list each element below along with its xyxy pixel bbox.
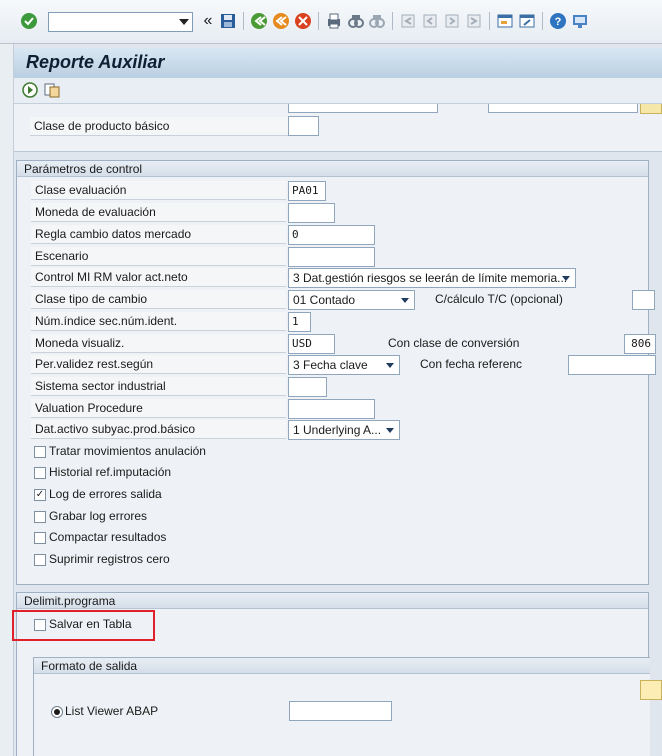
separator [392,12,393,30]
list-viewer-label: List Viewer ABAP [65,704,159,718]
left-frame [0,44,14,756]
clase-evaluacion-input[interactable]: PA01 [288,181,326,201]
highlight-box [12,610,155,641]
execute-icon[interactable] [22,82,38,98]
get-variant-icon[interactable] [44,82,60,98]
suprimir-registros-checkbox[interactable] [34,554,46,566]
log-errores-label: Log de errores salida [49,487,162,501]
control-mi-select[interactable]: 3 Dat.gestión riesgos se leerán de límit… [288,268,576,288]
tratar-movimientos-label: Tratar movimientos anulación [49,444,206,458]
page-title: Reporte Auxiliar [26,52,165,72]
valuation-procedure-input[interactable] [288,399,375,419]
clase-tipo-cambio-select[interactable]: 01 Contado [288,290,415,310]
enter-icon[interactable] [20,12,38,30]
historial-ref-label: Historial ref.imputación [49,465,172,479]
separator [542,12,543,30]
per-validez-select[interactable]: 3 Fecha clave [288,355,400,375]
svg-text:?: ? [555,16,562,28]
moneda-evaluacion-input[interactable] [288,203,335,223]
control-mi-label: Control MI RM valor act.neto [31,268,286,287]
historial-ref-checkbox[interactable] [34,467,46,479]
shortcut-icon[interactable] [518,12,536,30]
dat-activo-select[interactable]: 1 Underlying A... [288,420,400,440]
con-clase-conversion-label: Con clase de conversión [388,336,520,350]
moneda-visualiz-label: Moneda visualiz. [31,334,286,353]
calculo-tc-label: C/cálculo T/C (opcional) [435,292,563,306]
compactar-resultados-label: Compactar resultados [49,530,167,544]
print-icon[interactable] [325,12,343,30]
separator [243,12,244,30]
con-clase-conversion-input[interactable]: 806 [624,334,656,354]
parametros-title: Parámetros de control [17,161,648,177]
save-icon[interactable] [219,12,237,30]
cancel-icon[interactable] [294,12,312,30]
separator [489,12,490,30]
regla-cambio-input[interactable]: 0 [288,225,375,245]
next-page-icon[interactable] [443,12,461,30]
sistema-sector-label: Sistema sector industrial [31,377,286,396]
title-bar: Reporte Auxiliar [14,48,662,78]
log-errores-checkbox[interactable]: ✓ [34,489,46,501]
command-field[interactable] [48,12,193,32]
selection-section: Clase de producto básico [14,104,662,152]
regla-cambio-label: Regla cambio datos mercado [31,225,286,244]
application-toolbar [14,78,662,104]
escenario-label: Escenario [31,247,286,266]
customize-layout-icon[interactable] [571,12,589,30]
con-fecha-referenc-label: Con fecha referenc [420,357,523,371]
num-indice-input[interactable]: 1 [288,312,311,332]
clase-producto-label: Clase de producto básico [30,117,292,136]
calculo-tc-input[interactable] [632,290,655,310]
compactar-resultados-checkbox[interactable] [34,532,46,544]
checkmark-icon: ✓ [35,489,45,500]
last-page-icon[interactable] [465,12,483,30]
grabar-log-label: Grabar log errores [49,509,148,523]
chevron-down-icon[interactable] [179,19,189,25]
clase-evaluacion-label: Clase evaluación [31,181,286,200]
formato-title: Formato de salida [34,658,650,674]
con-fecha-referenc-input[interactable] [568,355,656,375]
sistema-sector-input[interactable] [288,377,327,397]
clase-tipo-cambio-label: Clase tipo de cambio [31,290,286,309]
list-viewer-input[interactable] [289,701,392,721]
formato-group: Formato de salida List Viewer ABAP [33,657,662,756]
help-icon[interactable]: ? [549,12,567,30]
multiple-selection-button[interactable] [640,104,662,114]
separator [318,12,319,30]
cut-input[interactable] [488,104,638,113]
num-indice-label: Núm.índice sec.núm.ident. [31,312,286,331]
variant-button[interactable] [640,680,662,700]
parametros-group: Parámetros de control Clase evaluación P… [16,160,656,585]
moneda-visualiz-input[interactable]: USD [288,334,335,354]
escenario-input[interactable] [288,247,375,267]
cut-input[interactable] [288,104,438,113]
previous-page-icon[interactable] [421,12,439,30]
find-icon[interactable] [347,12,365,30]
dat-activo-label: Dat.activo subyac.prod.básico [31,420,286,439]
grabar-log-checkbox[interactable] [34,511,46,523]
moneda-evaluacion-label: Moneda de evaluación [31,203,286,222]
clase-producto-input[interactable] [288,116,319,136]
delimit-title: Delimit.programa [17,593,648,609]
double-chevron-left-icon[interactable]: « [199,12,217,30]
tratar-movimientos-checkbox[interactable] [34,446,46,458]
exit-icon[interactable] [272,12,290,30]
back-icon[interactable] [250,12,268,30]
suprimir-registros-label: Suprimir registros cero [49,552,170,566]
valuation-procedure-label: Valuation Procedure [31,399,286,418]
list-viewer-radio[interactable] [51,706,63,718]
per-validez-label: Per.validez rest.según [31,355,286,374]
system-toolbar: « ? [0,0,662,44]
find-next-icon[interactable] [368,12,386,30]
new-session-icon[interactable] [496,12,514,30]
first-page-icon[interactable] [399,12,417,30]
